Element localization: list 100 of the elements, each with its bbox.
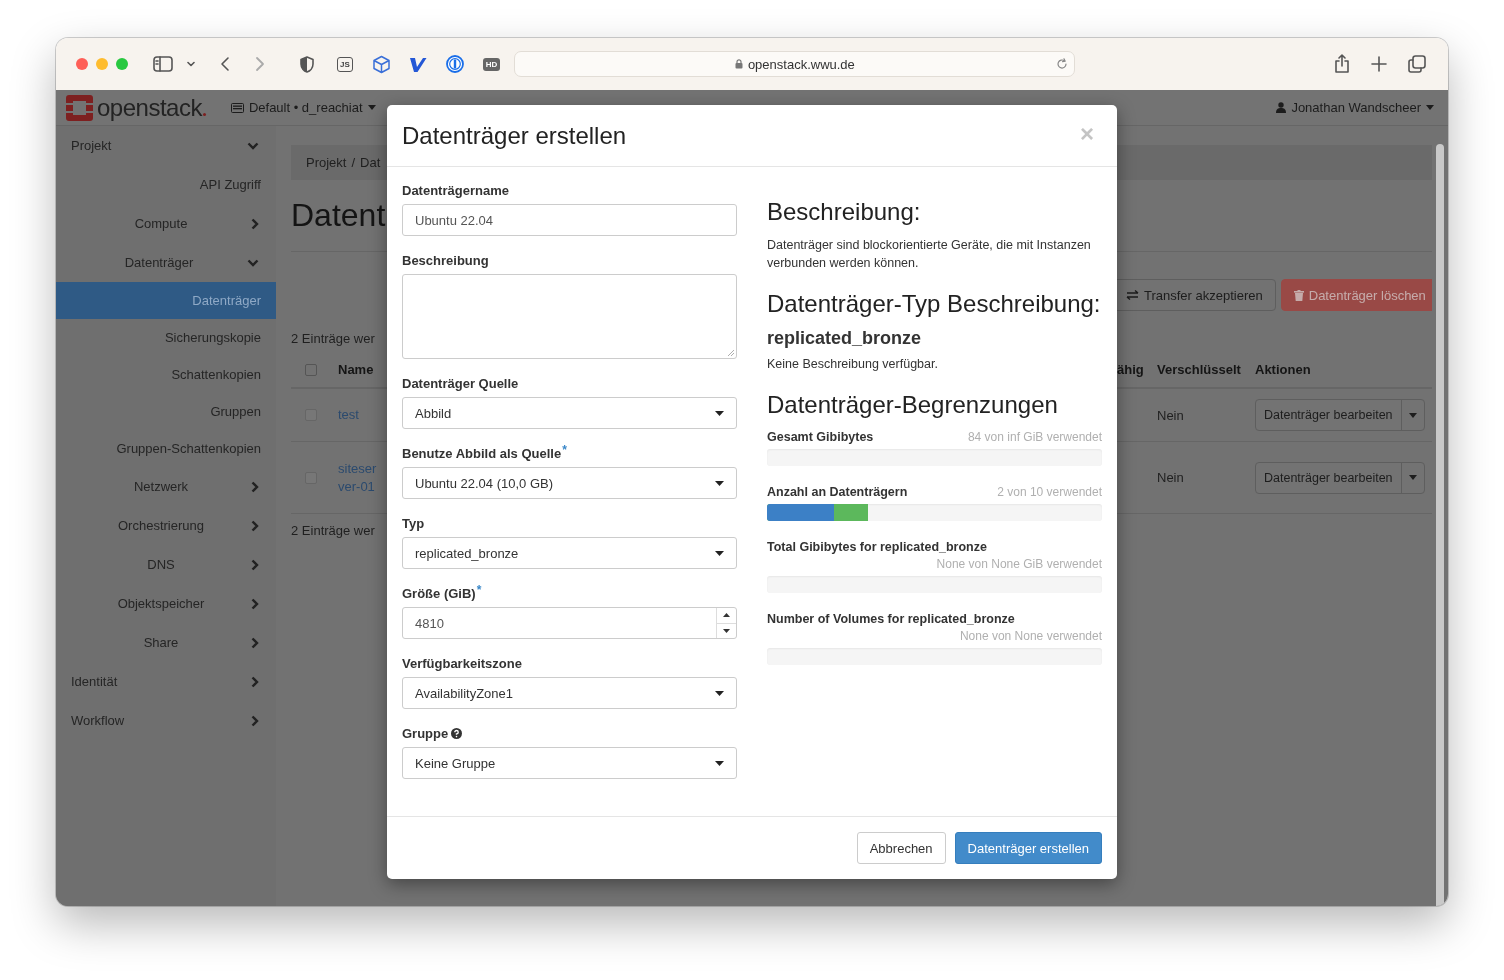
required-mark: * <box>476 585 482 595</box>
reload-icon[interactable] <box>1056 58 1069 70</box>
shield-icon[interactable] <box>300 55 314 73</box>
logo-text[interactable]: openstack <box>97 93 202 122</box>
new-tab-icon[interactable] <box>1371 56 1388 72</box>
sidebar-toggle-icon[interactable] <box>153 56 173 72</box>
column-header[interactable]: ähig <box>1117 362 1157 377</box>
section-heading: Datenträger-Begrenzungen <box>767 391 1059 419</box>
nav-group[interactable]: Netzwerk <box>56 467 276 506</box>
quota-usage: 84 von inf GiB verwendet <box>967 429 1102 446</box>
field-label: Beschreibung <box>402 252 489 269</box>
forward-icon[interactable] <box>254 56 266 72</box>
field-label: Gruppe <box>402 725 449 742</box>
entry-count: 2 Einträge wer <box>291 331 375 346</box>
swap-arrows-icon <box>1126 290 1139 300</box>
caret-icon <box>715 480 724 486</box>
extension-badge[interactable]: JS <box>337 56 353 72</box>
select-field[interactable]: Ubuntu 22.04 (10,0 GB) <box>402 467 737 499</box>
description-text: Datenträger sind blockorientierte Geräte, die mit Instanzen verbunden werden können. <box>767 237 1092 272</box>
check-logo-icon[interactable] <box>408 55 427 73</box>
nav-item[interactable]: Schattenkopien <box>56 356 276 393</box>
section-heading: Datenträger-Typ Beschreibung: <box>767 290 1102 318</box>
chevron-down-icon[interactable] <box>187 61 195 67</box>
field-label: Benutze Abbild als Quelle <box>402 445 562 462</box>
zoom-window-button[interactable] <box>116 58 128 70</box>
down-arrow-icon <box>723 628 730 633</box>
extension-badge[interactable]: HD <box>482 57 501 71</box>
entry-count: 2 Einträge wer <box>291 523 375 538</box>
modal-title: Datenträger erstellen <box>402 121 628 150</box>
select-field[interactable]: replicated_bronze <box>402 537 737 569</box>
nav-item[interactable]: Sicherungskopie <box>56 319 276 356</box>
breadcrumb-item[interactable]: Projekt <box>306 155 347 170</box>
volume-link[interactable]: siteserver-01 <box>338 459 382 496</box>
server-icon <box>230 102 244 113</box>
caret-icon <box>715 690 724 696</box>
address-bar[interactable]: openstack.wwu.de <box>514 51 1076 77</box>
caret-icon <box>1408 475 1417 480</box>
select-field[interactable]: AvailabilityZone1 <box>402 677 737 709</box>
required-mark: * <box>562 445 567 455</box>
column-header[interactable]: Name <box>338 362 374 377</box>
back-icon[interactable] <box>219 56 231 72</box>
help-icon[interactable] <box>451 728 463 739</box>
scrollbar[interactable] <box>1436 144 1444 906</box>
column-header[interactable]: Verschlüsselt <box>1157 362 1255 377</box>
table-cell-text: Nein <box>1157 470 1185 485</box>
select-field[interactable]: Abbild <box>402 397 737 429</box>
caret-icon <box>715 410 724 416</box>
close-window-button[interactable] <box>76 58 88 70</box>
share-icon[interactable] <box>1334 54 1351 74</box>
type-name: replicated_bronze <box>767 328 923 349</box>
resize-grip-icon[interactable] <box>728 350 734 356</box>
nav-group[interactable]: Datenträger <box>56 243 276 282</box>
quota-label: Number of Volumes for replicated_bronze <box>767 611 1015 628</box>
nav-group[interactable]: Objektspeicher <box>56 584 276 623</box>
quota-label: Anzahl an Datenträgern <box>767 484 908 501</box>
user-icon <box>1276 102 1287 113</box>
transfer-button[interactable]: Transfer akzeptieren <box>1117 279 1276 311</box>
textarea-field[interactable] <box>402 274 737 359</box>
keyhole-icon[interactable] <box>445 55 464 73</box>
text-field[interactable]: Ubuntu 22.04 <box>402 204 737 236</box>
number-field[interactable]: 4810 <box>402 607 737 639</box>
quota-usage: 2 von 10 verwendet <box>997 484 1102 501</box>
nav-item[interactable]: Datenträger <box>56 282 276 319</box>
quota-usage: None von None verwendet <box>959 628 1102 645</box>
logo-dot-icon <box>202 113 206 116</box>
close-button[interactable]: × <box>1080 121 1102 150</box>
breadcrumb-separator: / <box>351 155 356 170</box>
caret-icon <box>715 550 724 556</box>
create-button[interactable]: Datenträger erstellen <box>954 832 1102 864</box>
column-header: Aktionen <box>1255 362 1312 377</box>
nav-group[interactable]: Orchestrierung <box>56 506 276 545</box>
trash-icon <box>1293 289 1304 301</box>
quota-usage: None von None GiB verwendet <box>936 556 1102 573</box>
cube-icon[interactable] <box>371 54 391 74</box>
user-menu[interactable]: Jonathan Wandscheer <box>1276 100 1434 115</box>
field-label: Datenträger Quelle <box>402 375 519 392</box>
nav-group[interactable]: Workflow <box>56 701 276 740</box>
up-arrow-icon <box>723 613 730 618</box>
logo-icon[interactable] <box>66 94 93 121</box>
nav-item[interactable]: Gruppen <box>56 393 276 430</box>
project-selector[interactable]: Default • d_reachiat <box>230 100 376 115</box>
tabs-overview-icon[interactable] <box>1408 55 1427 73</box>
nav-group[interactable]: DNS <box>56 545 276 584</box>
caret-icon <box>715 760 724 766</box>
caret-icon <box>1426 105 1434 110</box>
volume-link[interactable]: test <box>338 406 382 424</box>
lock-icon <box>734 59 743 69</box>
quota-label: Total Gibibytes for replicated_bronze <box>767 539 987 556</box>
nav-group[interactable]: Share <box>56 623 276 662</box>
nav-item[interactable]: API Zugriff <box>56 165 276 204</box>
nav-group[interactable]: Projekt <box>56 126 276 165</box>
field-label: Verfügbarkeitszone <box>402 655 522 672</box>
checkbox[interactable] <box>305 363 317 376</box>
field-label: Größe (GiB) <box>402 585 476 602</box>
nav-group[interactable]: Identität <box>56 662 276 701</box>
caret-icon <box>1408 412 1417 418</box>
cancel-button[interactable]: Abbrechen <box>856 832 946 864</box>
nav-item[interactable]: Gruppen-Schattenkopien <box>56 430 276 467</box>
select-field[interactable]: Keine Gruppe <box>402 747 737 779</box>
nav-group[interactable]: Compute <box>56 204 276 243</box>
